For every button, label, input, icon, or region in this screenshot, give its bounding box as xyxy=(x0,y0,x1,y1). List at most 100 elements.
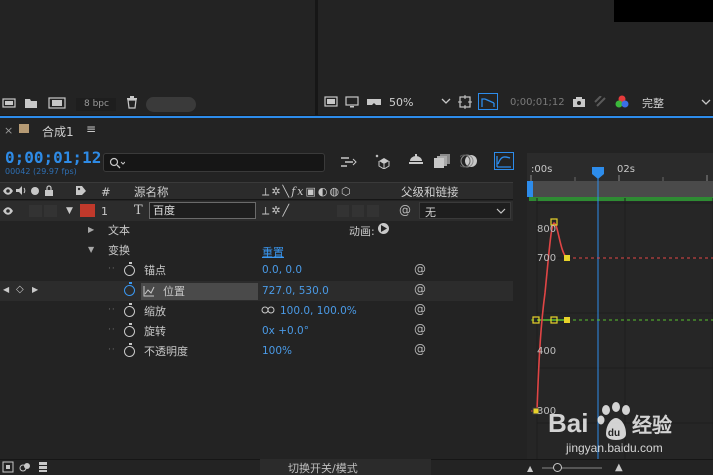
constrain-proportions-link-icon[interactable] xyxy=(261,306,275,314)
stopwatch-active-icon[interactable] xyxy=(124,282,135,296)
trash-icon[interactable] xyxy=(126,96,138,109)
opacity-label: 不透明度 xyxy=(144,345,188,358)
folder-icon[interactable] xyxy=(24,97,38,109)
panel-menu-icon[interactable]: ≡ xyxy=(86,122,96,136)
graph-editor-icon[interactable] xyxy=(494,152,514,170)
chevron-down-icon xyxy=(496,208,506,214)
composition-tab-title[interactable]: 合成1 xyxy=(42,123,74,140)
source-name-header[interactable]: 源名称 xyxy=(134,184,169,200)
audio-icon[interactable] xyxy=(15,185,27,196)
close-tab-icon[interactable]: × xyxy=(4,124,13,137)
draft-3d-icon[interactable] xyxy=(374,153,392,169)
show-snapshot-icon[interactable] xyxy=(594,96,608,108)
keyframe-marker[interactable] xyxy=(564,255,570,261)
next-keyframe-icon[interactable]: ▶ xyxy=(32,285,38,294)
expression-pick-whip-icon[interactable]: @ xyxy=(414,342,426,356)
interpret-footage-icon[interactable] xyxy=(2,97,16,109)
lock-icon[interactable] xyxy=(44,185,54,196)
svg-text:经验: 经验 xyxy=(632,413,672,437)
new-composition-icon[interactable] xyxy=(48,97,66,109)
zoom-out-icon[interactable]: ▲ xyxy=(527,464,533,473)
layer-visibility-icon[interactable] xyxy=(2,206,14,216)
layer-switches-icons[interactable]: ⟂✲╱ xyxy=(262,204,291,218)
position-label: 位置 xyxy=(163,285,185,298)
zoom-value[interactable]: 50% xyxy=(389,96,413,109)
modes-pane-icon[interactable] xyxy=(19,461,31,473)
parent-link-header[interactable]: 父级和链接 xyxy=(401,184,459,200)
color-depth-button[interactable]: 8 bpc xyxy=(76,98,116,111)
property-indent-dots: ·· xyxy=(108,345,116,355)
position-value[interactable]: 727.0, 530.0 xyxy=(262,285,329,297)
video-visibility-icon[interactable] xyxy=(2,186,14,196)
layer-lock-toggle[interactable] xyxy=(44,205,57,217)
add-keyframe-icon[interactable]: ◇ xyxy=(16,284,24,295)
parent-dropdown[interactable]: 无 xyxy=(419,202,511,219)
layer-switches-pane-icon[interactable] xyxy=(2,461,14,473)
rotation-value[interactable]: 0x +0.0° xyxy=(262,325,309,337)
solo-icon[interactable] xyxy=(31,187,39,195)
scale-value[interactable]: 100.0, 100.0% xyxy=(280,305,357,317)
layer-label-color[interactable] xyxy=(80,204,95,217)
expression-pick-whip-icon[interactable]: @ xyxy=(414,262,426,276)
expression-pick-whip-icon[interactable]: @ xyxy=(414,302,426,316)
ruler-ticks xyxy=(530,175,708,181)
current-time-indicator-head[interactable] xyxy=(592,167,604,179)
animate-menu-icon[interactable] xyxy=(378,223,389,234)
zoom-slider-handle[interactable] xyxy=(553,463,562,472)
anchor-point-value[interactable]: 0.0, 0.0 xyxy=(262,264,302,276)
transparency-grid-icon[interactable] xyxy=(478,93,498,110)
composition-flowchart-icon[interactable] xyxy=(340,155,358,169)
camera-icon[interactable] xyxy=(572,96,586,108)
graph-y-label: 800 xyxy=(537,224,557,235)
resolution-dropdown-icon[interactable] xyxy=(700,96,712,108)
layer-number-header: # xyxy=(101,185,111,199)
motion-blur-icon[interactable] xyxy=(460,153,478,169)
region-of-interest-icon[interactable] xyxy=(458,95,472,109)
thumbnail-size-slider[interactable] xyxy=(146,97,196,112)
stopwatch-icon[interactable] xyxy=(124,262,135,276)
frame-blending-icon[interactable] xyxy=(434,153,452,169)
resolution-value[interactable]: 完整 xyxy=(642,95,664,111)
toggle-switches-modes-button[interactable]: 切换开关/模式 xyxy=(260,459,431,475)
stopwatch-icon[interactable] xyxy=(124,303,135,317)
graph-toggle-icon[interactable] xyxy=(143,285,155,297)
expand-arrow-icon[interactable]: ▶ xyxy=(88,225,94,234)
current-time-display[interactable]: 0;00;01;12 xyxy=(5,148,101,167)
in-out-pane-icon[interactable] xyxy=(37,461,49,473)
viewer-canvas xyxy=(614,0,713,22)
viewer-timecode[interactable]: 0;00;01;12 xyxy=(510,97,565,108)
zoom-in-icon[interactable]: ▲ xyxy=(615,462,623,473)
pick-whip-icon[interactable]: @ xyxy=(399,203,411,217)
shy-layers-icon[interactable] xyxy=(407,154,425,168)
transform-group-label[interactable]: 变换 xyxy=(108,242,130,258)
layer-switch-box[interactable] xyxy=(352,205,364,217)
layer-search-input[interactable] xyxy=(103,153,325,172)
expression-pick-whip-icon[interactable]: @ xyxy=(414,322,426,336)
keyframe-marker[interactable] xyxy=(564,317,570,323)
prev-keyframe-icon[interactable]: ◀ xyxy=(3,285,9,294)
layer-solo-toggle[interactable] xyxy=(29,205,42,217)
switches-header-icons: ⟂✲╲fx▣◐◍⬡ xyxy=(262,185,353,198)
collapse-arrow-icon[interactable]: ▼ xyxy=(88,245,94,254)
layer-expand-chevron-icon[interactable]: ▼ xyxy=(66,206,73,216)
composition-tab-bar: × 合成1 ≡ xyxy=(0,118,713,144)
opacity-value[interactable]: 100% xyxy=(262,345,292,357)
color-channels-icon[interactable] xyxy=(615,95,629,109)
vr-goggles-icon[interactable] xyxy=(366,96,382,108)
zoom-dropdown-icon[interactable] xyxy=(440,95,452,107)
label-tag-icon[interactable] xyxy=(75,185,87,196)
layer-name-field[interactable]: 百度 xyxy=(149,202,256,219)
text-group-label[interactable]: 文本 xyxy=(108,222,130,238)
reset-link[interactable]: 重置 xyxy=(262,244,284,260)
panel-splitter[interactable] xyxy=(513,182,527,459)
always-preview-icon[interactable] xyxy=(324,96,338,108)
layer-switch-box[interactable] xyxy=(367,205,379,217)
expression-pick-whip-icon[interactable]: @ xyxy=(414,282,426,296)
timeline-zoom-slider[interactable] xyxy=(542,467,602,469)
monitor-icon[interactable] xyxy=(345,96,359,108)
baidu-watermark-logo: Bai du 经验 jingyan.baidu.com xyxy=(548,402,672,455)
stopwatch-icon[interactable] xyxy=(124,323,135,337)
stopwatch-icon[interactable] xyxy=(124,343,135,357)
layer-switch-box[interactable] xyxy=(337,205,349,217)
svg-text:Bai: Bai xyxy=(548,408,588,438)
